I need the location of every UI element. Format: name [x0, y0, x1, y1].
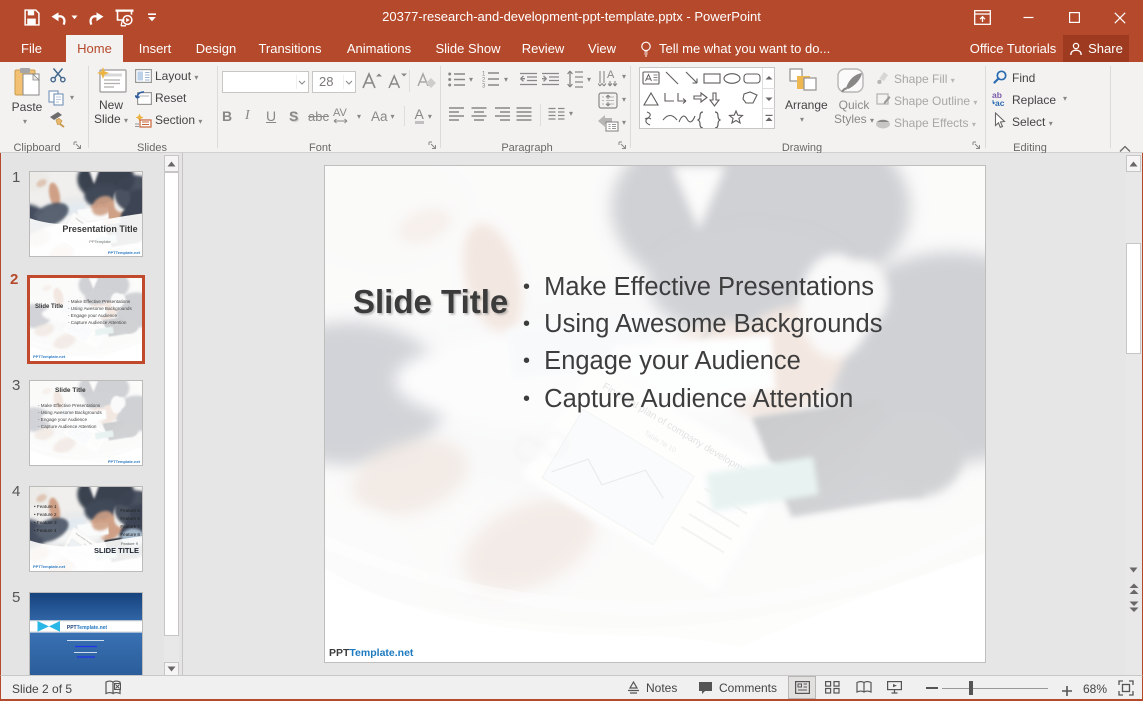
svg-text:3: 3	[482, 84, 486, 89]
svg-text:A: A	[607, 69, 615, 81]
svg-text:ac: ac	[995, 98, 1005, 107]
svg-text:PPTTemplate.net: PPTTemplate.net	[67, 625, 108, 631]
svg-text:AV: AV	[333, 107, 348, 119]
